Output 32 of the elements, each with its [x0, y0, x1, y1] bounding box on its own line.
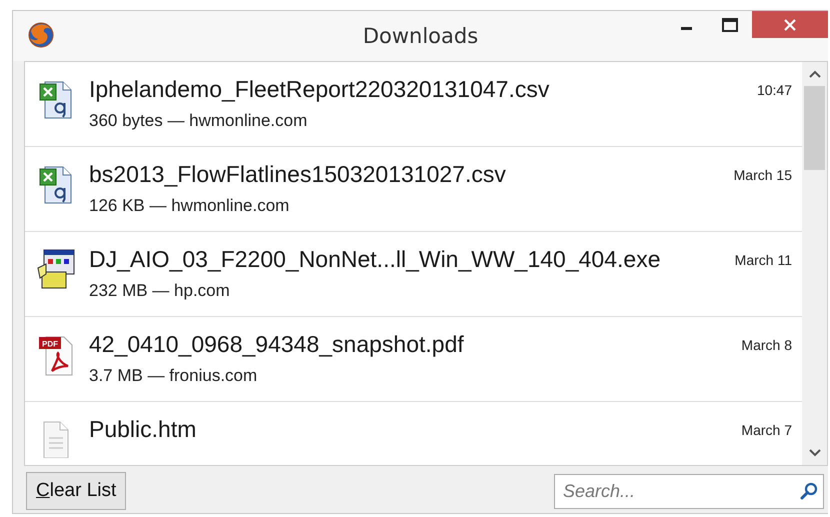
file-name: Public.htm [89, 416, 198, 443]
download-time: March 11 [734, 252, 792, 268]
search-field[interactable]: Search... [554, 474, 824, 508]
search-icon[interactable] [800, 482, 818, 500]
close-icon [783, 18, 797, 32]
download-time: 10:47 [756, 82, 792, 98]
close-button[interactable] [752, 11, 828, 38]
window-title: Downloads [362, 24, 480, 48]
file-details: 126 KB — hwmonline.com [89, 196, 290, 216]
download-item[interactable]: bs2013_FlowFlatlines150320131027.csv 126 KB — hwmonline.com March 15 [25, 147, 802, 232]
scroll-down-icon[interactable] [808, 449, 820, 457]
scrollbar-thumb[interactable] [804, 86, 825, 170]
scroll-up-icon[interactable] [808, 70, 820, 78]
download-time: March 7 [741, 422, 792, 438]
file-name: bs2013_FlowFlatlines150320131027.csv [89, 161, 507, 188]
scrollbar[interactable] [802, 62, 827, 465]
file-details: 360 bytes — hwmonline.com [89, 111, 308, 131]
file-name: 42_0410_0968_94348_snapshot.pdf [89, 331, 465, 358]
file-name: DJ_AIO_03_F2200_NonNet...ll_Win_WW_140_404.exe [89, 246, 662, 273]
file-details: 232 MB — hp.com [89, 281, 231, 301]
clear-list-button[interactable]: Clear List [26, 472, 126, 510]
download-time: March 8 [741, 337, 792, 353]
download-item[interactable]: PDF 42_0410_0968_94348_snapshot.pdf 3.7 MB — fronius.com March 8 [25, 317, 802, 402]
minimize-icon [680, 27, 692, 30]
fox-globe-icon [27, 21, 55, 49]
file-name: Iphelandemo_FleetReport220320131047.csv [89, 76, 550, 103]
installer-box-icon [36, 248, 76, 290]
file-details: 3.7 MB — fronius.com [89, 366, 258, 386]
maximize-icon [722, 18, 738, 32]
download-item[interactable]: DJ_AIO_03_F2200_NonNet...ll_Win_WW_140_404.exe 232 MB — hp.com March 11 [25, 232, 802, 317]
download-time: March 15 [734, 167, 792, 183]
download-item[interactable]: Iphelandemo_FleetReport220320131047.csv 360 bytes — hwmonline.com 10:47 [25, 62, 802, 147]
